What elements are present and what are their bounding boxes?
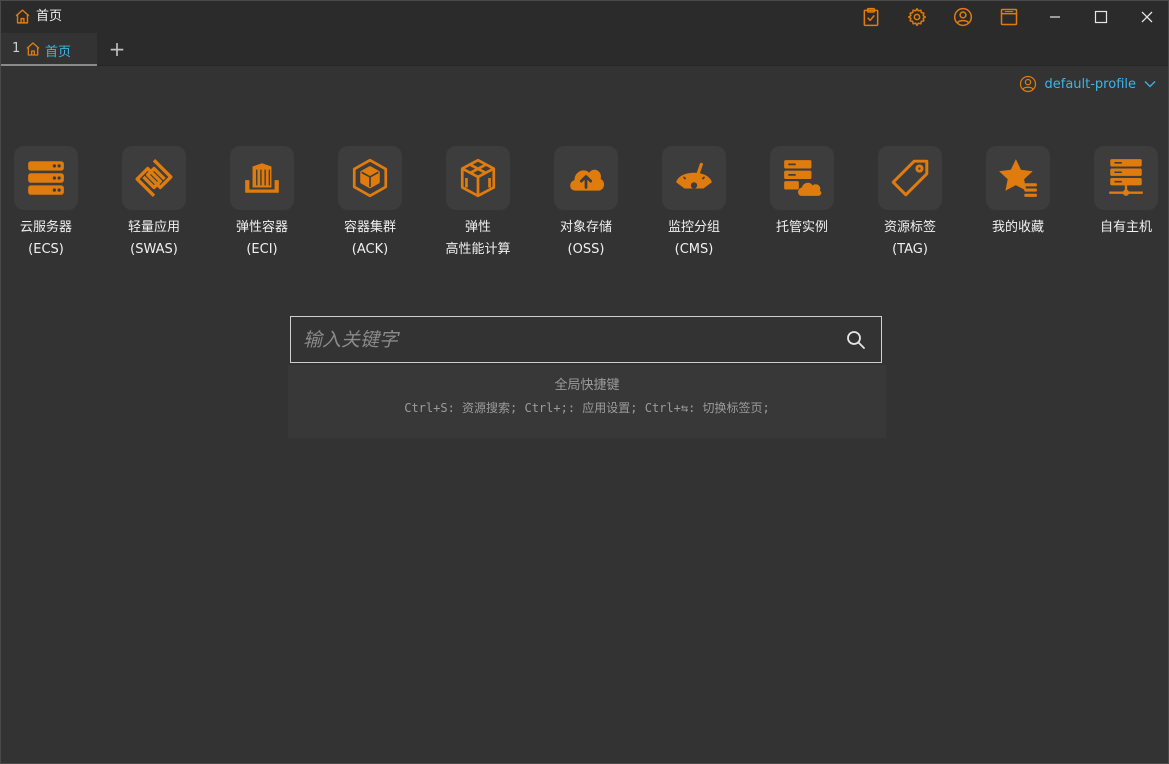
service-name: 自有主机 (1099, 220, 1152, 235)
window-title: 首页 (36, 9, 63, 24)
service-cms[interactable]: 监控分组 (CMS) (640, 146, 748, 261)
service-name: 托管实例 (775, 220, 828, 235)
service-name: 弹性容器 (235, 220, 288, 235)
settings-button[interactable] (905, 5, 929, 29)
gauge-icon (676, 162, 712, 189)
account-button[interactable] (951, 5, 975, 29)
maximize-icon (1094, 10, 1108, 24)
service-name: 监控分组 (667, 220, 720, 235)
service-name: 容器集群 (343, 220, 396, 235)
service-icon-box (986, 146, 1050, 210)
service-name: 弹性 (464, 220, 491, 235)
shortcut-title: 全局快捷键 (554, 378, 620, 393)
container-box-icon (245, 163, 279, 193)
service-swas[interactable]: 轻量应用 (SWAS) (100, 146, 208, 261)
tab-label: 首页 (45, 45, 72, 60)
service-eci[interactable]: 弹性容器 (ECI) (208, 146, 316, 261)
profile-name: default-profile (1044, 76, 1137, 92)
user-circle-icon (1019, 75, 1036, 93)
service-subtitle: (ECS) (28, 242, 64, 257)
chevron-down-icon (1144, 81, 1156, 88)
server-cloud-icon (784, 160, 822, 196)
service-favorites[interactable]: 我的收藏 (964, 146, 1072, 239)
maximize-button[interactable] (1081, 4, 1121, 30)
minimize-icon (1050, 16, 1060, 18)
tab-home[interactable]: 1 首页 (1, 33, 97, 66)
service-name: 我的收藏 (991, 220, 1044, 235)
add-tab-button[interactable]: + (108, 39, 126, 59)
tag-icon (891, 159, 929, 197)
service-subtitle: 高性能计算 (445, 242, 511, 257)
service-ehpc[interactable]: 弹性 高性能计算 (424, 146, 532, 261)
hexagon-cluster-icon (352, 158, 388, 198)
service-icon-box (446, 146, 510, 210)
service-managed-instance[interactable]: 托管实例 (748, 146, 856, 239)
shortcut-text: Ctrl+S: 资源搜索; Ctrl+;: 应用设置; Ctrl+⇆: 切换标签… (404, 401, 770, 415)
star-list-icon (999, 159, 1037, 197)
window-panel-icon (1000, 8, 1018, 26)
service-tag[interactable]: 资源标签 (TAG) (856, 146, 964, 261)
service-name: 资源标签 (883, 220, 936, 235)
service-icon-box (338, 146, 402, 210)
service-subtitle: (TAG) (892, 242, 928, 257)
service-oss[interactable]: 对象存储 (OSS) (532, 146, 640, 261)
service-icon-box (230, 146, 294, 210)
search-box (290, 316, 882, 363)
shortcut-hint-panel: 全局快捷键 Ctrl+S: 资源搜索; Ctrl+;: 应用设置; Ctrl+⇆… (288, 365, 886, 438)
cube-stack-icon (460, 158, 496, 198)
home-icon (15, 9, 30, 24)
service-subtitle: (SWAS) (130, 242, 178, 257)
service-icon-box (770, 146, 834, 210)
tasks-button[interactable] (859, 5, 883, 29)
service-subtitle: (ACK) (351, 242, 389, 257)
service-subtitle: (ECI) (246, 242, 278, 257)
panel-button[interactable] (997, 5, 1021, 29)
service-icon-box (14, 146, 78, 210)
title-bar: 首页 (1, 1, 1168, 33)
profile-selector[interactable]: default-profile (1019, 74, 1157, 94)
swas-logo-icon (135, 158, 173, 198)
user-circle-icon (953, 7, 973, 27)
service-icon-box (878, 146, 942, 210)
server-network-icon (1109, 159, 1143, 196)
server-rack-icon (28, 161, 64, 195)
gear-icon (907, 7, 927, 27)
minimize-button[interactable] (1035, 4, 1075, 30)
service-ecs[interactable]: 云服务器 (ECS) (0, 146, 100, 261)
service-icon-box (1094, 146, 1158, 210)
service-subtitle: (OSS) (567, 242, 605, 257)
app-window: 首页 1 首页 + default-profile 云服务器 (ECS) 轻量应… (0, 0, 1169, 764)
service-ack[interactable]: 容器集群 (ACK) (316, 146, 424, 261)
clipboard-check-icon (863, 7, 879, 27)
close-button[interactable] (1127, 4, 1167, 30)
search-icon[interactable] (846, 330, 866, 350)
home-icon (26, 42, 40, 56)
search-input[interactable] (291, 317, 831, 362)
service-name: 云服务器 (19, 220, 72, 235)
cloud-upload-icon (570, 169, 605, 191)
tab-bar: 1 首页 + (1, 33, 1168, 66)
service-subtitle: (CMS) (674, 242, 714, 257)
service-icon-box (122, 146, 186, 210)
tab-index: 1 (12, 41, 21, 56)
service-icon-box (554, 146, 618, 210)
service-name: 轻量应用 (127, 220, 180, 235)
service-grid: 云服务器 (ECS) 轻量应用 (SWAS) 弹性容器 (ECI) 容器集群 (… (1, 146, 1168, 266)
service-icon-box (662, 146, 726, 210)
service-own-host[interactable]: 自有主机 (1072, 146, 1169, 239)
service-name: 对象存储 (559, 220, 612, 235)
close-icon (1141, 11, 1153, 23)
